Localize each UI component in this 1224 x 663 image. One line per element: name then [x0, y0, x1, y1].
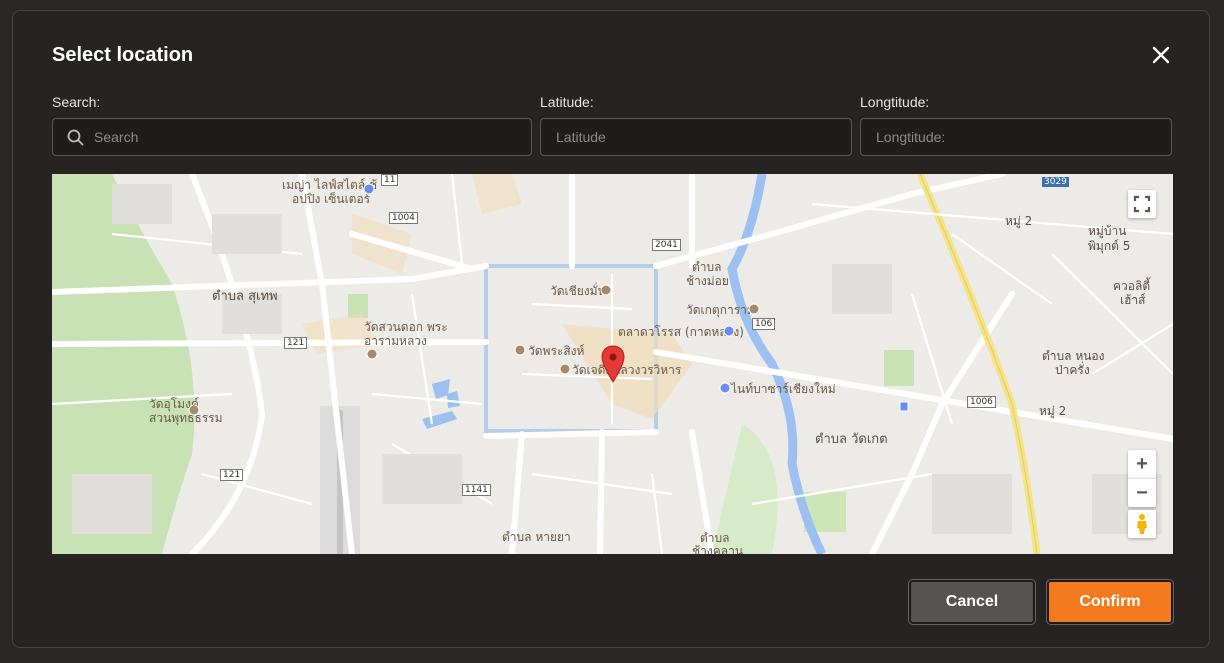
road-shield: 121: [220, 469, 244, 481]
location-marker-icon[interactable]: [601, 345, 625, 388]
longitude-label: Longtitude:: [860, 94, 930, 110]
select-location-dialog: Select location Search: Latitude: Longti…: [12, 10, 1210, 648]
longitude-input[interactable]: [876, 119, 1166, 155]
search-field: [52, 118, 532, 156]
close-icon[interactable]: [1149, 43, 1173, 67]
pegman-icon[interactable]: [1128, 510, 1156, 538]
zoom-in-button[interactable]: +: [1128, 450, 1156, 478]
fullscreen-icon[interactable]: [1128, 190, 1156, 218]
latitude-label: Latitude:: [540, 94, 594, 110]
road-shield: 1141: [462, 484, 491, 496]
cancel-button[interactable]: Cancel: [909, 580, 1035, 624]
road-shield: 2041: [652, 239, 681, 251]
search-label: Search:: [52, 94, 101, 110]
road-shield: 11: [381, 174, 399, 186]
map-view[interactable]: เมญ่า ไลฟ์สไตล์ ช้ อปปิง เซ็นเตอร์ ตำบล …: [52, 174, 1173, 554]
zoom-out-button[interactable]: −: [1128, 478, 1156, 507]
road-shield: 106: [752, 318, 776, 330]
search-input[interactable]: [94, 119, 524, 155]
search-icon: [67, 129, 84, 151]
road-shield: 3029: [1042, 177, 1069, 187]
road-shield: 1006: [967, 396, 996, 408]
latitude-field: [540, 118, 852, 156]
road-shield: 1004: [389, 212, 418, 224]
road-shield: 121: [284, 337, 308, 349]
confirm-button[interactable]: Confirm: [1047, 580, 1173, 624]
longitude-field: [860, 118, 1172, 156]
dialog-title: Select location: [52, 44, 194, 66]
latitude-input[interactable]: [556, 119, 846, 155]
